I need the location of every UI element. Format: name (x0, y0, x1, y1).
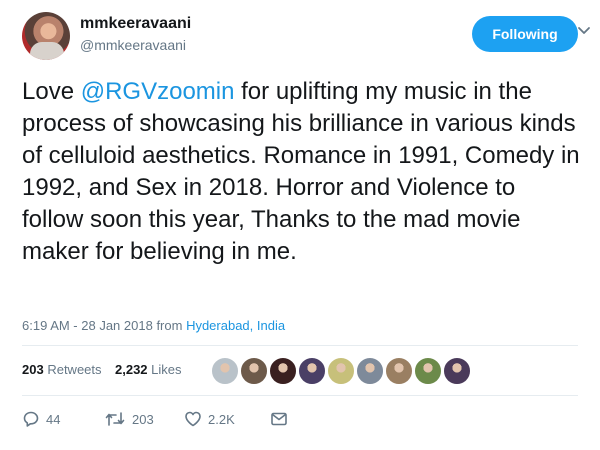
chevron-down-icon[interactable] (576, 22, 592, 38)
tweet-text-start: Love (22, 78, 81, 105)
likes-label: Likes (151, 362, 182, 377)
tweet-text-rest: for uplifting my music in the process of… (22, 78, 580, 265)
default-avatar-icon[interactable] (211, 357, 239, 385)
mention-link[interactable]: @RGVzoomin (81, 78, 235, 105)
liker-avatar[interactable] (240, 357, 268, 385)
like-action[interactable]: 2.2K (184, 410, 235, 428)
reply-icon (23, 411, 39, 427)
liker-avatar[interactable] (385, 357, 413, 385)
tweet-header: mmkeeravaani @mmkeeravaani Following (22, 12, 592, 62)
reply-count: 44 (46, 411, 61, 427)
author-avatar[interactable] (22, 12, 70, 60)
following-button[interactable]: Following (472, 16, 578, 52)
envelope-icon (271, 412, 287, 426)
like-count: 2.2K (208, 411, 235, 427)
reply-action[interactable]: 44 (22, 410, 60, 428)
liker-avatar[interactable] (443, 357, 471, 385)
liker-avatar[interactable] (356, 357, 384, 385)
liker-avatar[interactable] (269, 357, 297, 385)
message-action[interactable] (270, 410, 288, 428)
divider (22, 345, 578, 346)
from-label: from (156, 318, 183, 333)
divider (22, 395, 578, 396)
tweet-text: Love @RGVzoomin for uplifting my music i… (22, 76, 582, 268)
heart-icon (185, 411, 201, 427)
likes-stat[interactable]: 2,232 Likes (115, 362, 182, 377)
location-link[interactable]: Hyderabad, India (186, 318, 285, 333)
timestamp[interactable]: 6:19 AM - 28 Jan 2018 (22, 318, 153, 333)
liker-avatar[interactable] (414, 357, 442, 385)
author-handle[interactable]: @mmkeeravaani (80, 37, 186, 53)
likes-count: 2,232 (115, 362, 148, 377)
author-name[interactable]: mmkeeravaani (80, 15, 191, 33)
retweet-count: 203 (132, 411, 154, 427)
tweet-timestamp: 6:19 AM - 28 Jan 2018 from Hyderabad, In… (22, 318, 285, 333)
retweets-stat[interactable]: 203 Retweets (22, 362, 102, 377)
liker-avatar[interactable] (327, 357, 355, 385)
retweets-label: Retweets (47, 362, 102, 377)
liker-avatar[interactable] (298, 357, 326, 385)
retweet-icon (105, 412, 125, 426)
retweets-count: 203 (22, 362, 44, 377)
retweet-action[interactable]: 203 (104, 410, 154, 428)
